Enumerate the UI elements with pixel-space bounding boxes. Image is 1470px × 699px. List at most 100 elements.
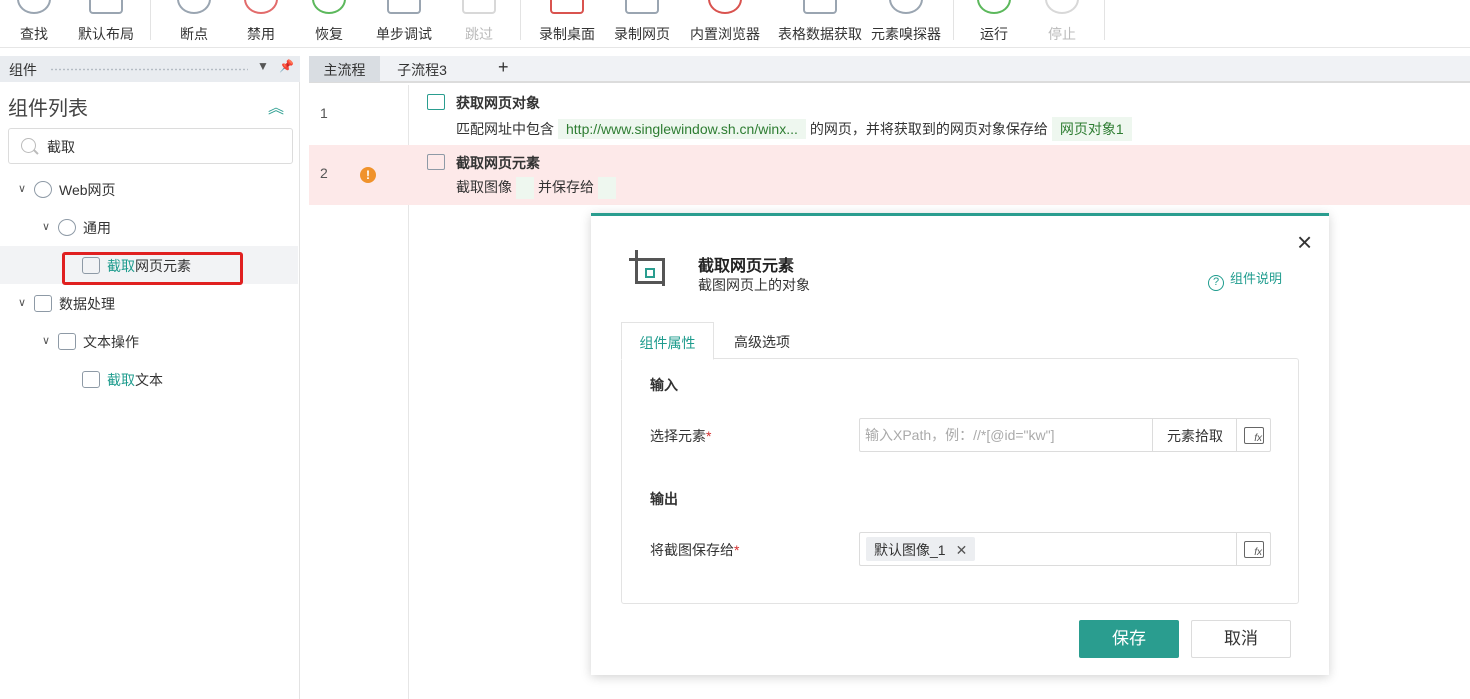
crop-icon — [629, 250, 671, 292]
close-icon[interactable]: × — [1297, 229, 1317, 255]
toolbar-divider — [1104, 0, 1105, 40]
element-sniffer-button[interactable]: 元素嗅探器 — [866, 0, 946, 48]
panel-drag-grip[interactable] — [50, 68, 248, 71]
pick-element-button[interactable]: 元素拾取 — [1152, 419, 1237, 451]
table-data-icon — [803, 0, 837, 14]
search-icon — [17, 0, 51, 14]
toolbar-divider — [953, 0, 954, 40]
url-chip[interactable]: http://www.singlewindow.sh.cn/winx... — [558, 119, 806, 139]
chevron-down-icon[interactable]: ∨ — [18, 182, 26, 195]
chevron-down-icon[interactable]: ∨ — [18, 296, 26, 309]
play-icon — [977, 0, 1011, 14]
panel-header: 组件 ▼ 📌 — [0, 56, 300, 82]
chevron-down-icon[interactable]: ∨ — [42, 334, 50, 347]
disable-button[interactable]: 禁用 — [239, 0, 283, 48]
collapse-up-icon[interactable]: ︽ — [268, 94, 288, 117]
highlight-box — [62, 252, 243, 285]
fx-icon: fx — [1244, 427, 1264, 444]
chevron-down-icon[interactable]: ▼ — [257, 59, 269, 73]
step-description: 截取图像 并保存给 — [456, 177, 620, 200]
component-help-link[interactable]: ? 组件说明 — [1208, 268, 1282, 291]
cancel-button[interactable]: 取消 — [1191, 620, 1291, 658]
search-button[interactable]: 查找 — [12, 0, 56, 48]
fx-icon: fx — [1244, 541, 1264, 558]
tab-advanced-options[interactable]: 高级选项 — [721, 322, 803, 360]
search-icon — [21, 138, 36, 153]
warning-icon: ! — [360, 167, 376, 183]
step-number: 2 — [320, 165, 328, 181]
run-button[interactable]: 运行 — [972, 0, 1016, 48]
step-title: 获取网页对象 — [456, 95, 540, 111]
dialog-title: 截取网页元素 — [698, 258, 795, 275]
record-web-icon — [625, 0, 659, 14]
component-search[interactable] — [8, 128, 293, 164]
chevron-down-icon[interactable]: ∨ — [42, 220, 50, 233]
disable-icon — [244, 0, 278, 14]
builtin-browser-button[interactable]: 内置浏览器 — [685, 0, 765, 48]
tree-item-capture-text[interactable]: 截取文本 — [0, 360, 298, 398]
component-search-input[interactable] — [47, 136, 277, 158]
crop-text-icon — [82, 371, 100, 388]
web-page-icon — [427, 94, 445, 110]
fx-button[interactable]: fx — [1236, 419, 1270, 451]
add-tab-button[interactable]: + — [498, 57, 509, 78]
tree-item-data-processing[interactable]: ∨ 数据处理 — [0, 284, 298, 322]
tab-subflow-3[interactable]: 子流程3 — [387, 56, 457, 82]
step-number: 1 — [320, 105, 328, 121]
tab-component-properties[interactable]: 组件属性 — [621, 322, 714, 360]
step-title: 截取网页元素 — [456, 155, 540, 171]
breakpoint-icon — [177, 0, 211, 14]
toolbar-divider — [520, 0, 521, 40]
dialog-body: 输入 选择元素* 元素拾取 fx 输出 将截图保存给* 默认图像_1✕ fx — [621, 358, 1299, 604]
text-op-icon — [58, 333, 76, 350]
tab-main-flow[interactable]: 主流程 — [309, 56, 380, 82]
record-web-button[interactable]: 录制网页 — [610, 0, 674, 48]
skip-icon — [462, 0, 496, 14]
tree-item-web[interactable]: ∨ Web网页 — [0, 170, 298, 208]
default-layout-button[interactable]: 默认布局 — [72, 0, 140, 48]
layout-icon — [89, 0, 123, 14]
toolbar-divider — [150, 0, 151, 40]
xpath-field: 元素拾取 fx — [859, 418, 1271, 452]
tree-item-text-operations[interactable]: ∨ 文本操作 — [0, 322, 298, 360]
help-icon: ? — [1208, 275, 1224, 291]
empty-image-chip[interactable] — [516, 177, 534, 200]
component-list-title: 组件列表 — [8, 98, 88, 120]
empty-output-chip[interactable] — [598, 177, 616, 200]
toolbar: 查找 默认布局 断点 禁用 恢复 单步调试 跳过 录制桌面 录制网页 内置浏览器… — [0, 0, 1470, 48]
stop-icon — [1045, 0, 1079, 14]
save-button[interactable]: 保存 — [1079, 620, 1179, 658]
restore-icon — [312, 0, 346, 14]
input-section-title: 输入 — [650, 377, 678, 393]
flow-step-2[interactable]: 2 ! 截取网页元素 截取图像 并保存给 — [309, 145, 1470, 205]
pin-icon[interactable]: 📌 — [279, 59, 294, 73]
output-variable-field[interactable]: 默认图像_1 ✕ fx — [859, 532, 1271, 566]
record-desktop-button[interactable]: 录制桌面 — [535, 0, 599, 48]
tree-item-general[interactable]: ∨ 通用 — [0, 208, 298, 246]
browser-icon — [708, 0, 742, 14]
record-desktop-icon — [550, 0, 584, 14]
fx-button[interactable]: fx — [1236, 533, 1270, 565]
remove-tag-icon[interactable]: ✕ — [956, 542, 968, 558]
component-panel: 组件 ▼ 📌 组件列表 ︽ ∨ Web网页 ∨ 通用 截取网页元素 ∨ 数据处理… — [0, 56, 300, 699]
flow-step-1[interactable]: 1 获取网页对象 匹配网址中包含 http://www.singlewindow.… — [309, 85, 1470, 145]
output-section-title: 输出 — [650, 491, 678, 507]
table-data-button[interactable]: 表格数据获取 — [772, 0, 868, 48]
flow-tabs: 主流程 子流程3 + — [309, 56, 1470, 83]
select-element-label: 选择元素* — [650, 428, 712, 444]
output-variable-tag: 默认图像_1 ✕ — [866, 537, 976, 561]
dialog-subtitle: 截图网页上的对象 — [698, 277, 810, 293]
panel-title: 组件 — [9, 62, 37, 78]
stop-button[interactable]: 停止 — [1040, 0, 1084, 48]
variable-chip[interactable]: 网页对象1 — [1051, 117, 1132, 141]
sniffer-icon — [889, 0, 923, 14]
skip-button[interactable]: 跳过 — [457, 0, 501, 48]
restore-button[interactable]: 恢复 — [307, 0, 351, 48]
step-debug-button[interactable]: 单步调试 — [372, 0, 436, 48]
save-screenshot-label: 将截图保存给* — [650, 542, 740, 558]
crop-icon — [427, 154, 445, 170]
breakpoint-button[interactable]: 断点 — [172, 0, 216, 48]
link-icon — [58, 219, 76, 236]
xpath-input[interactable] — [865, 425, 1150, 445]
data-process-icon — [34, 295, 52, 312]
